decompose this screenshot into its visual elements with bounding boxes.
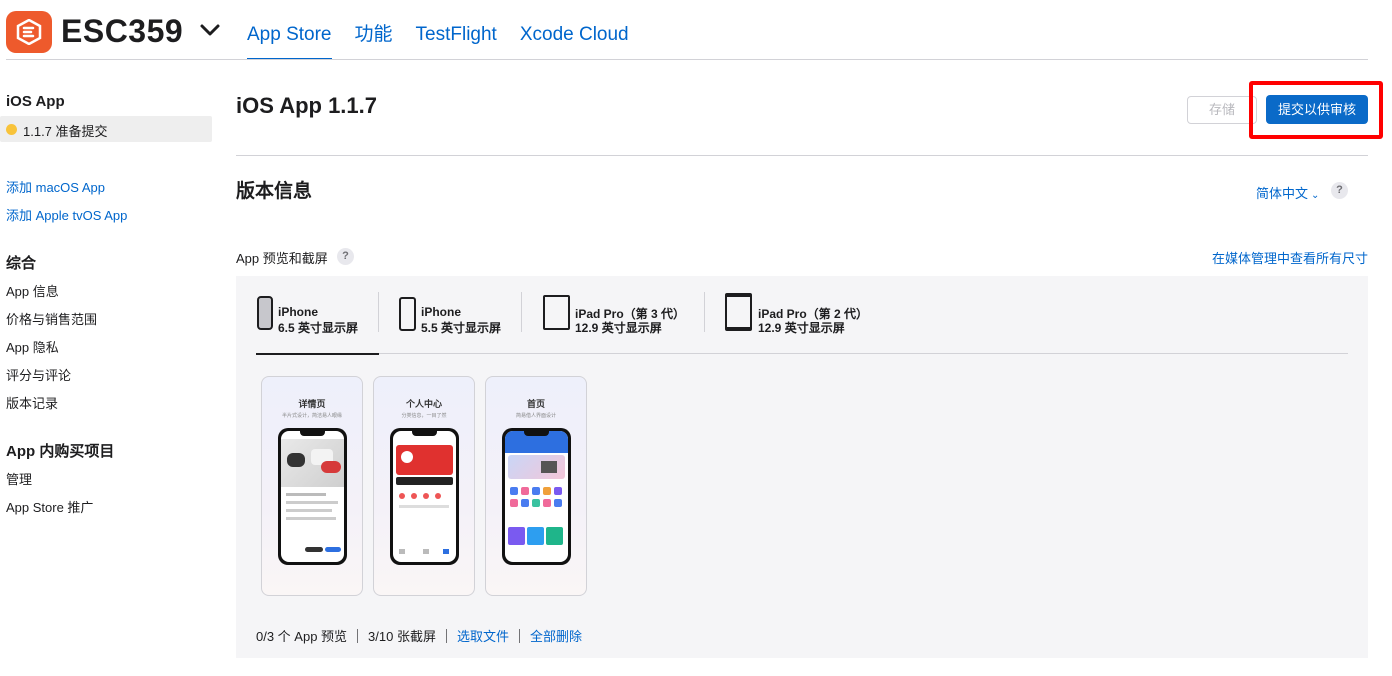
sidebar-item-promotion[interactable]: App Store 推广	[6, 497, 93, 516]
app-name[interactable]: ESC359	[61, 12, 183, 50]
device-tab-iphone-65[interactable]: iPhone 6.5 英寸显示屏	[256, 292, 379, 355]
preview-label: App 预览和截屏	[236, 251, 328, 266]
tab-testflight[interactable]: TestFlight	[416, 0, 497, 60]
screenshot-thumbnail[interactable]: 首页 简易借人界面设计	[485, 376, 587, 596]
tab-app-store[interactable]: App Store	[247, 0, 332, 60]
page-title: iOS App 1.1.7	[236, 93, 378, 118]
iphone-icon	[399, 297, 416, 331]
screenshot-caption: 个人中心	[405, 399, 442, 409]
help-icon[interactable]: ?	[1331, 182, 1348, 199]
device-name: iPhone	[421, 305, 462, 319]
sidebar-item-version[interactable]: 1.1.7 准备提交	[0, 116, 212, 142]
phone-mockup	[390, 428, 459, 565]
header-divider	[6, 59, 1368, 60]
screenshots-panel: iPhone 6.5 英寸显示屏 iPhone 5.5 英寸显示屏 iPad P…	[236, 276, 1368, 658]
screenshot-caption: 首页	[526, 399, 545, 409]
language-select[interactable]: 简体中文 ⌄	[1256, 183, 1319, 202]
media-manager-link[interactable]: 在媒体管理中查看所有尺寸	[1212, 248, 1368, 267]
sidebar-heading-ios: iOS App	[6, 93, 65, 110]
screenshot-subcaption: 简易借人界面设计	[515, 413, 556, 419]
sidebar-heading-iap: App 内购买项目	[6, 443, 115, 460]
sidebar-item-privacy[interactable]: App 隐私	[6, 337, 59, 356]
tab-separator	[378, 292, 379, 332]
tab-features[interactable]: 功能	[355, 0, 393, 60]
sidebar-item-version-label: 1.1.7 准备提交	[23, 124, 108, 139]
screenshot-thumbnail[interactable]: 个人中心 分类信息，一目了然	[373, 376, 475, 596]
screenshot-footer: 0/3 个 App 预览 3/10 张截屏 选取文件 全部删除	[256, 626, 582, 645]
phone-mockup	[502, 428, 571, 565]
phone-mockup	[278, 428, 347, 565]
device-size: 5.5 英寸显示屏	[421, 321, 502, 335]
device-tab-iphone-55[interactable]: iPhone 5.5 英寸显示屏	[398, 292, 520, 354]
screenshot-thumbnail[interactable]: 详情页 半片式设计，简洁易人眼缘	[261, 376, 363, 596]
ipad-icon	[543, 295, 570, 330]
screenshot-subcaption: 分类信息，一目了然	[401, 413, 447, 419]
device-size: 12.9 英寸显示屏	[575, 321, 662, 335]
sidebar-item-pricing[interactable]: 价格与销售范围	[6, 309, 97, 328]
tab-separator	[521, 292, 522, 332]
add-tvos-link[interactable]: 添加 Apple tvOS App	[6, 205, 127, 224]
device-size: 12.9 英寸显示屏	[758, 321, 845, 335]
add-macos-link[interactable]: 添加 macOS App	[6, 177, 105, 196]
screenshot-caption: 详情页	[298, 399, 326, 409]
help-icon[interactable]: ?	[337, 248, 354, 265]
ipad-icon	[725, 293, 752, 331]
tab-xcode-cloud[interactable]: Xcode Cloud	[520, 0, 629, 60]
chevron-down-icon[interactable]	[199, 22, 221, 38]
sidebar-heading-general: 综合	[6, 255, 37, 272]
sidebar-item-version-history[interactable]: 版本记录	[6, 393, 58, 412]
title-divider	[236, 155, 1368, 156]
sidebar-item-manage[interactable]: 管理	[6, 469, 32, 488]
language-select-label: 简体中文	[1256, 186, 1309, 201]
iphone-icon	[257, 296, 273, 330]
preview-count: 0/3 个 App 预览	[256, 629, 348, 644]
choose-file-link[interactable]: 选取文件	[457, 626, 509, 645]
device-tab-ipad-pro-2[interactable]: iPad Pro（第 2 代） 12.9 英寸显示屏	[724, 292, 884, 354]
section-title-version-info: 版本信息	[236, 181, 313, 202]
screenshot-subcaption: 半片式设计，简洁易人眼缘	[281, 413, 342, 419]
device-size: 6.5 英寸显示屏	[278, 321, 359, 335]
device-tab-ipad-pro-3[interactable]: iPad Pro（第 3 代） 12.9 英寸显示屏	[542, 292, 702, 354]
top-bar: ESC359 App Store 功能 TestFlight Xcode Clo…	[0, 0, 1392, 60]
tab-separator	[704, 292, 705, 332]
save-button[interactable]: 存储	[1187, 96, 1257, 124]
sidebar-item-ratings[interactable]: 评分与评论	[6, 365, 71, 384]
delete-all-link[interactable]: 全部删除	[530, 626, 582, 645]
device-tabs: iPhone 6.5 英寸显示屏 iPhone 5.5 英寸显示屏 iPad P…	[256, 292, 1348, 355]
main-tabs: App Store 功能 TestFlight Xcode Cloud	[247, 0, 652, 60]
submit-for-review-button[interactable]: 提交以供审核	[1266, 95, 1368, 124]
device-name: iPhone	[278, 305, 319, 319]
screenshot-count: 3/10 张截屏	[368, 629, 436, 644]
sidebar-item-app-info[interactable]: App 信息	[6, 281, 59, 300]
status-dot-icon	[6, 124, 17, 135]
chevron-down-icon: ⌄	[1311, 190, 1320, 201]
app-logo-icon[interactable]	[6, 11, 52, 53]
